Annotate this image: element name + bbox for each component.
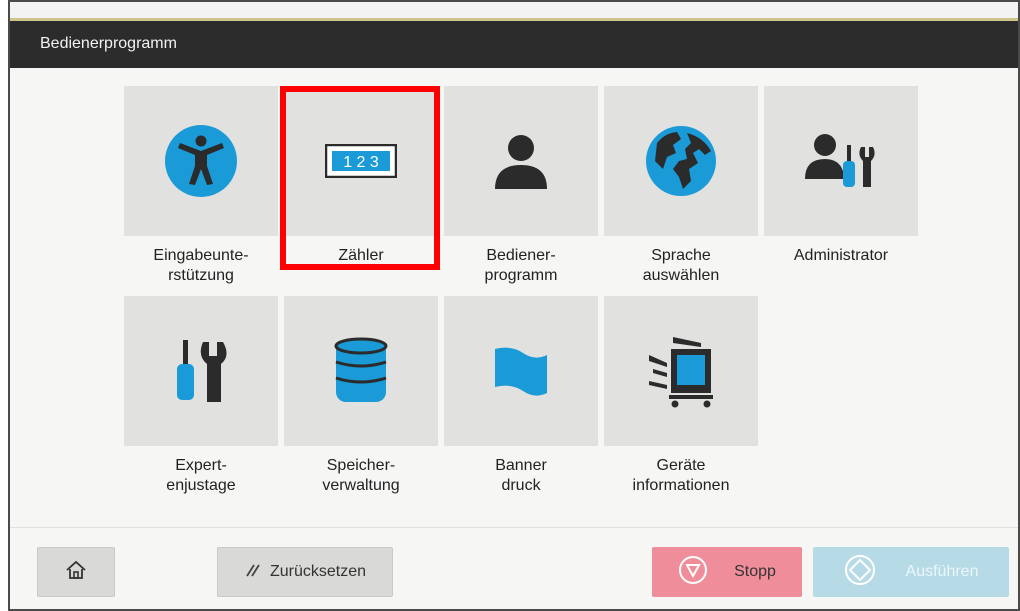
tile-expert-adjustment[interactable] xyxy=(124,296,278,446)
home-icon xyxy=(65,559,87,586)
reset-icon xyxy=(244,561,262,584)
run-button[interactable]: Ausführen xyxy=(813,547,1009,597)
tile-banner-print-label: Banner druck xyxy=(495,457,547,494)
tile-expert-adjustment-label: Expert-enjustage xyxy=(166,457,236,494)
run-label: Ausführen xyxy=(905,563,979,580)
stop-button[interactable]: Stopp xyxy=(652,547,802,597)
tile-banner-print[interactable] xyxy=(444,296,598,446)
storage-icon xyxy=(284,296,438,446)
tile-operator-program-label: Bediener-programm xyxy=(484,247,558,284)
reset-button[interactable]: Zurücksetzen xyxy=(217,547,393,597)
tile-accessibility[interactable] xyxy=(124,86,278,236)
home-button[interactable] xyxy=(37,547,115,597)
user-icon xyxy=(444,86,598,236)
tile-language-label: Sprache auswählen xyxy=(642,247,720,284)
start-icon xyxy=(844,554,876,591)
tile-administrator[interactable] xyxy=(764,86,918,236)
stop-label: Stopp xyxy=(734,563,776,580)
page-title: Bedienerprogramm xyxy=(40,35,177,52)
tile-device-info-label: Geräte informationen xyxy=(632,457,730,494)
tile-language[interactable] xyxy=(604,86,758,236)
reset-label: Zurücksetzen xyxy=(269,563,367,580)
device-icon xyxy=(604,296,758,446)
counter-icon: 1 2 3 xyxy=(284,86,438,236)
tile-device-info[interactable] xyxy=(604,296,758,446)
tile-storage-management-label: Speicher-verwaltung xyxy=(322,457,400,494)
title-bar: Bedienerprogramm xyxy=(10,2,1018,68)
globe-icon xyxy=(604,86,758,236)
tile-operator-program[interactable] xyxy=(444,86,598,236)
accessibility-icon xyxy=(124,86,278,236)
stop-icon xyxy=(678,555,708,590)
tile-counter-label: Zähler xyxy=(338,247,384,264)
banner-icon xyxy=(444,296,598,446)
svg-text:1 2 3: 1 2 3 xyxy=(343,154,379,171)
tile-administrator-label: Administrator xyxy=(793,247,889,264)
app-window: Bedienerprogramm Eingabeunte-rstützung 1… xyxy=(8,0,1020,611)
top-accent-line xyxy=(10,18,1018,21)
tile-counter[interactable]: 1 2 3 xyxy=(284,86,438,236)
tile-accessibility-label: Eingabeunte-rstützung xyxy=(153,247,249,284)
tile-storage-management[interactable] xyxy=(284,296,438,446)
admin-icon xyxy=(764,86,918,236)
tools-icon xyxy=(124,296,278,446)
